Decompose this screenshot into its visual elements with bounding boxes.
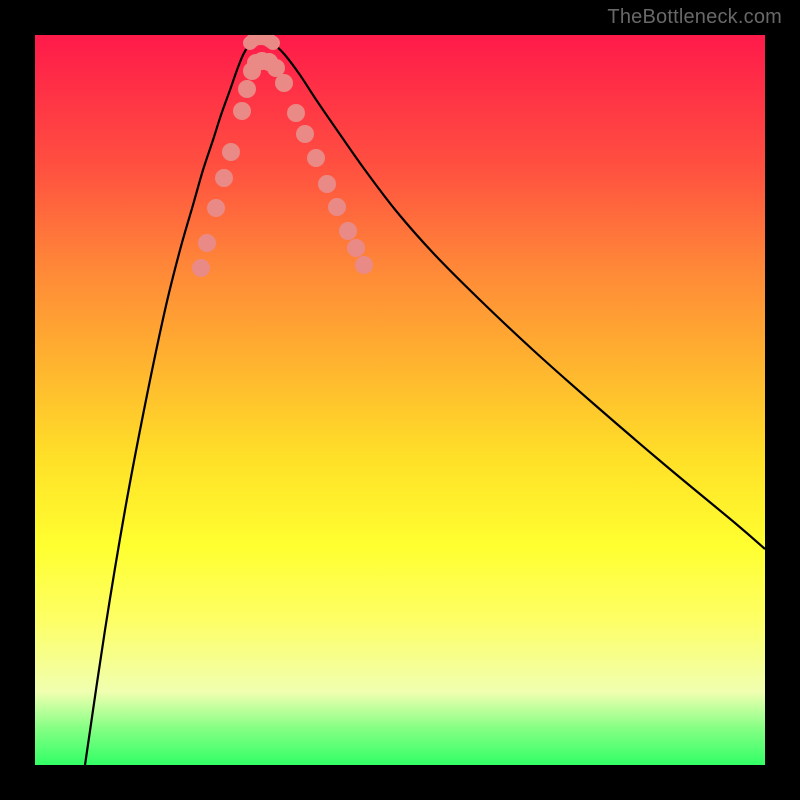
watermark-text: TheBottleneck.com	[607, 6, 782, 29]
highlight-dots-right	[287, 104, 373, 274]
curve-valley-floor	[250, 38, 273, 43]
highlight-dot	[287, 104, 305, 122]
highlight-dot	[192, 259, 210, 277]
highlight-dots-floor	[238, 52, 293, 98]
highlight-dot	[296, 125, 314, 143]
highlight-dot	[207, 199, 225, 217]
highlight-dot	[355, 256, 373, 274]
highlight-dot	[339, 222, 357, 240]
highlight-dot	[222, 143, 240, 161]
highlight-dot	[238, 80, 256, 98]
highlight-dot	[198, 234, 216, 252]
highlight-dot	[275, 74, 293, 92]
highlight-dot	[318, 175, 336, 193]
highlight-dot	[215, 169, 233, 187]
curve-right-branch	[273, 43, 765, 549]
highlight-dot	[307, 149, 325, 167]
highlight-dot	[233, 102, 251, 120]
bottleneck-curve	[35, 35, 765, 765]
highlight-dots-left	[192, 102, 251, 277]
highlight-dot	[328, 198, 346, 216]
highlight-dot	[347, 239, 365, 257]
